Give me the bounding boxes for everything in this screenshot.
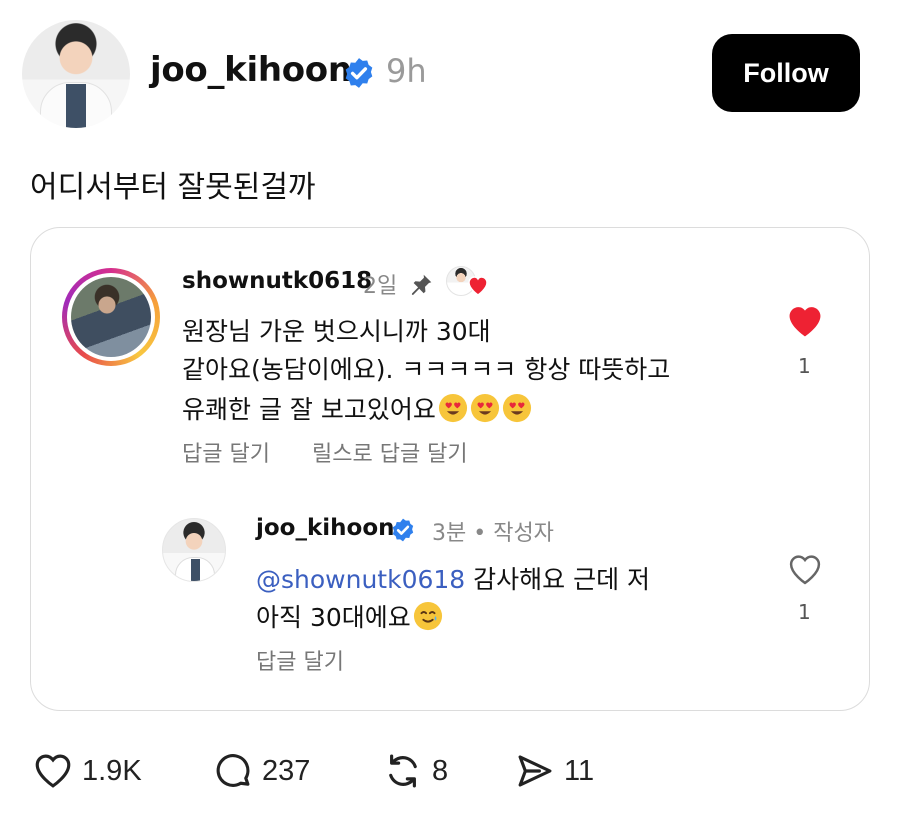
avatar-shirt (191, 559, 200, 581)
like-action[interactable]: 1.9K (32, 750, 142, 792)
reply-like-heart-icon[interactable] (786, 552, 824, 586)
heart-eyes-emoji-icon (438, 393, 467, 423)
send-icon (518, 755, 552, 787)
comment-action[interactable]: 237 (212, 750, 310, 792)
repost-count: 8 (432, 754, 449, 787)
reply-like-count: 1 (798, 600, 811, 624)
follow-button[interactable]: Follow (712, 34, 860, 112)
reply-author-avatar[interactable] (162, 518, 226, 582)
reply-time: 3분 • 작성자 (432, 521, 554, 546)
commenter-username[interactable]: shownutk0618 (182, 268, 372, 294)
comment-line-3-text: 유쾌한 글 잘 보고있어요 (182, 395, 436, 424)
comment-like-heart-icon[interactable] (786, 304, 824, 338)
like-count: 1.9K (82, 754, 142, 787)
heart-eyes-emoji-icon (502, 393, 531, 423)
heart-eyes-emoji-icon (470, 393, 499, 423)
reply-line-2: 아직 30대에요 (256, 598, 443, 634)
comment-line-1: 원장님 가운 벗으시니까 30대 (182, 317, 491, 346)
post-text: 어디서부터 잘못된걸까 (30, 170, 316, 205)
smiling-face-with-tear-emoji-icon (413, 601, 442, 631)
share-action[interactable]: 11 (514, 750, 594, 792)
reply-reply-link[interactable]: 답글 달기 (256, 644, 344, 676)
comment-time: 2일 (363, 274, 398, 299)
avatar-shirt (66, 84, 86, 128)
verified-badge-icon (345, 58, 373, 88)
heart-icon (35, 754, 71, 788)
commenter-photo (71, 277, 151, 357)
mention-link[interactable]: @shownutk0618 (256, 565, 465, 594)
verified-badge-icon (392, 518, 414, 542)
comment-line-3: 유쾌한 글 잘 보고있어요 (182, 390, 532, 426)
author-username[interactable]: joo_kihoon (150, 50, 352, 90)
share-count: 11 (564, 754, 595, 787)
commenter-avatar[interactable] (62, 268, 160, 366)
comment-like-count: 1 (798, 354, 811, 378)
reply-username[interactable]: joo_kihoon (256, 515, 395, 541)
comment-reply-link[interactable]: 답글 달기 (182, 436, 270, 468)
reply-line-1-text: 감사해요 근데 저 (465, 565, 651, 594)
repost-action[interactable]: 8 (382, 750, 448, 792)
creator-heart-icon (468, 276, 488, 296)
author-avatar[interactable] (22, 20, 130, 128)
comment-count: 237 (262, 754, 311, 787)
comment-bubble-icon (216, 754, 250, 787)
reels-reply-link[interactable]: 릴스로 답글 달기 (312, 436, 468, 468)
post-time: 9h (386, 52, 427, 90)
reply-line-1: @shownutk0618 감사해요 근데 저 (256, 560, 650, 596)
pin-icon (411, 274, 432, 295)
post-header: joo_kihoon 9h Follow (0, 0, 900, 140)
reply-line-2-text: 아직 30대에요 (256, 603, 411, 632)
comment-line-2: 같아요(농담이에요). ㅋㅋㅋㅋㅋ 항상 따뜻하고 (182, 355, 671, 384)
repost-icon (389, 754, 417, 788)
